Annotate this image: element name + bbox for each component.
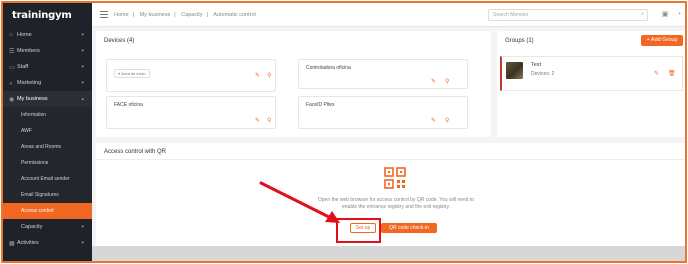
- annotation-arrow-icon: [259, 181, 340, 223]
- screenshot-frame: trainingym ⌂ Home ▾ ☰ Members ▾ ▭ Staff …: [1, 1, 687, 263]
